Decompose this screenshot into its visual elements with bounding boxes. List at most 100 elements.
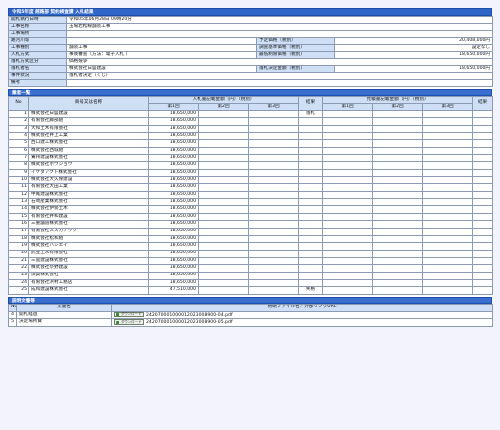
bidder-row: 10 株式会社大久保建設 18,650,000 bbox=[8, 176, 494, 185]
col-company: 商号又は名称 bbox=[28, 96, 149, 111]
bidder-round-3 bbox=[247, 190, 300, 200]
bidder-quote-3 bbox=[422, 249, 474, 258]
bidder-round-3 bbox=[247, 124, 300, 134]
doc-no: 5 bbox=[8, 318, 17, 328]
doc-row: 4 開札経過 ダウンロード 242070001000012023008900-04.p… bbox=[8, 310, 493, 320]
bidder-name: 有限会社藤部組 bbox=[28, 117, 149, 126]
bidder-name: 鷲州建設株式会社 bbox=[28, 154, 149, 163]
bidder-no: 2 bbox=[8, 117, 29, 126]
bidder-round-2 bbox=[198, 220, 249, 229]
bidder-row: 17 有限会社スズカテック 18,650,000 bbox=[8, 227, 494, 236]
bidder-round-3 bbox=[247, 234, 300, 244]
bidder-result-2 bbox=[472, 183, 494, 192]
bidder-round-2 bbox=[198, 242, 249, 251]
docs-section-title: 説明文書等 bbox=[8, 296, 492, 304]
bidder-quote-1 bbox=[322, 212, 374, 222]
bidder-result bbox=[298, 242, 324, 251]
col-round-1: 第1回 bbox=[148, 103, 199, 111]
bidder-round-1: 18,650,000 bbox=[148, 117, 199, 126]
bidder-quote-2 bbox=[372, 286, 424, 295]
bidder-result-2 bbox=[472, 220, 494, 229]
bidder-result bbox=[298, 249, 324, 258]
bidder-quote-1 bbox=[322, 271, 374, 280]
bidder-quote-3 bbox=[422, 227, 474, 236]
bidder-round-2 bbox=[198, 212, 249, 222]
bidder-round-1: 18,650,000 bbox=[148, 176, 199, 185]
bidder-name: 西口建工株式会社 bbox=[28, 139, 149, 148]
bidder-quote-1 bbox=[322, 264, 374, 273]
bidder-quote-1 bbox=[322, 139, 374, 148]
bidder-result-2 bbox=[472, 190, 494, 200]
bidder-name: 株式会社ホウジョウ bbox=[28, 161, 149, 170]
bidder-result-2 bbox=[472, 124, 494, 134]
bid-method-label: 入札方式 bbox=[8, 51, 67, 59]
bidder-row: 21 三雲建設株式会社 18,650,000 bbox=[8, 256, 494, 266]
bidder-quote-2 bbox=[372, 264, 424, 273]
bidder-round-2 bbox=[198, 117, 249, 126]
bidder-quote-3 bbox=[422, 109, 474, 119]
bidder-quote-2 bbox=[372, 168, 424, 178]
doc-file-link[interactable]: 242070001000012023008900-05.pdf bbox=[146, 321, 233, 326]
doc-no: 4 bbox=[8, 310, 17, 320]
bidder-round-3 bbox=[247, 198, 300, 207]
bidder-no: 17 bbox=[8, 227, 29, 236]
col-quote-round-1: 第1回 bbox=[322, 103, 374, 111]
bidder-result-2 bbox=[472, 168, 494, 178]
bidder-quote-2 bbox=[372, 242, 424, 251]
bidder-round-3 bbox=[247, 109, 300, 119]
bidder-quote-2 bbox=[372, 278, 424, 288]
bidder-quote-1 bbox=[322, 286, 374, 295]
bidder-result-2 bbox=[472, 271, 494, 280]
bidder-no: 10 bbox=[8, 176, 29, 185]
bidder-name: 成和建設株式会社 bbox=[28, 286, 149, 295]
bidder-no: 18 bbox=[8, 234, 29, 244]
bidder-result bbox=[298, 212, 324, 222]
bidder-no: 14 bbox=[8, 205, 29, 214]
bidder-quote-1 bbox=[322, 124, 374, 134]
bidder-result-2 bbox=[472, 227, 494, 236]
bidder-name: 有限会社浜村工務店 bbox=[28, 278, 149, 288]
status-value: 落札者決定（くじ） bbox=[65, 72, 494, 80]
winner-value: 株式会社日盛建設 bbox=[66, 65, 257, 73]
route-value bbox=[66, 37, 257, 45]
bidder-row: 25 成和建設株式会社 47,510,000 失格 bbox=[8, 286, 494, 295]
bidder-round-3 bbox=[247, 132, 300, 141]
bidder-quote-1 bbox=[322, 190, 374, 200]
bidder-round-3 bbox=[247, 139, 300, 148]
bidder-quote-1 bbox=[322, 249, 374, 258]
bidder-result bbox=[298, 132, 324, 141]
doc-file-link[interactable]: 242070001000012023008900-04.pdf bbox=[146, 313, 233, 318]
bidder-quote-2 bbox=[372, 146, 424, 156]
bidder-result-2 bbox=[472, 146, 494, 156]
bidder-quote-1 bbox=[322, 198, 374, 207]
bidder-quote-3 bbox=[422, 183, 474, 192]
bidder-round-3 bbox=[247, 256, 300, 266]
work-name-label: 工事名称 bbox=[8, 23, 67, 31]
bidder-name: 有限会社井和建設 bbox=[28, 212, 149, 222]
bidder-no: 25 bbox=[8, 286, 29, 295]
doc-file-cell: ダウンロード 242070001000012023008900-04.pdf bbox=[111, 310, 493, 320]
bidder-round-3 bbox=[247, 264, 300, 273]
survey-price-label: 調査基準価格（税別） bbox=[256, 44, 335, 52]
bidder-result bbox=[298, 183, 324, 192]
download-button[interactable]: ダウンロード bbox=[114, 319, 144, 325]
bidder-round-2 bbox=[198, 168, 249, 178]
bidder-no: 12 bbox=[8, 190, 29, 200]
bidder-result bbox=[298, 146, 324, 156]
download-button[interactable]: ダウンロード bbox=[114, 312, 144, 317]
bidder-quote-3 bbox=[422, 286, 474, 295]
bidder-result-2 bbox=[472, 264, 494, 273]
bidder-result bbox=[298, 256, 324, 266]
bidder-round-2 bbox=[198, 205, 249, 214]
bidder-quote-3 bbox=[422, 176, 474, 185]
bidder-round-2 bbox=[198, 249, 249, 258]
bidder-quote-2 bbox=[372, 154, 424, 163]
decision-type-value: 価格競争 bbox=[65, 58, 494, 66]
route-label: 路河川等 bbox=[8, 37, 67, 45]
bidder-name: 株式会社大久保建設 bbox=[28, 176, 149, 185]
bidder-name: 大和土木有限会社 bbox=[28, 124, 149, 134]
bidder-no: 1 bbox=[8, 109, 29, 119]
bidder-quote-1 bbox=[322, 183, 374, 192]
bidder-round-3 bbox=[247, 278, 300, 288]
bidder-no: 3 bbox=[8, 124, 29, 134]
